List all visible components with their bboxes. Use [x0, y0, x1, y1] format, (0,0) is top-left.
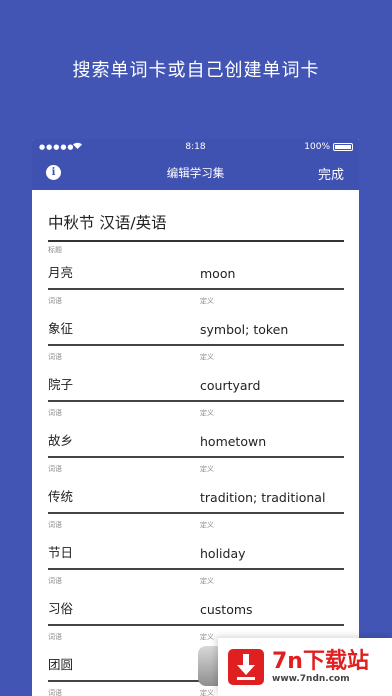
term-input[interactable]: 月亮: [48, 262, 200, 281]
watermark: 7n下载站 www.7ndn.com: [218, 638, 392, 696]
term-label: 词语: [48, 353, 62, 361]
title-caption: 标题: [48, 246, 62, 254]
definition-label: 定义: [200, 633, 214, 641]
definition-label: 定义: [200, 409, 214, 417]
definition-label: 定义: [200, 353, 214, 361]
done-button[interactable]: 完成: [318, 164, 344, 183]
term-input[interactable]: 习俗: [48, 598, 200, 617]
card-row: 传统 tradition; traditional: [48, 480, 344, 514]
card-row: 月亮 moon: [48, 256, 344, 290]
term-label: 词语: [48, 521, 62, 529]
term-input[interactable]: 院子: [48, 374, 200, 393]
battery-percent: 100%: [304, 142, 330, 152]
term-label: 词语: [48, 409, 62, 417]
watermark-title: 7n下载站: [272, 649, 369, 674]
phone-screen: ●●●●● 8:18 100% i 编辑学习集 完成 中秋节 汉语/英语 标题 …: [32, 139, 359, 696]
headline: 搜索单词卡或自己创建单词卡: [72, 60, 320, 81]
card-field-labels: 词语 定义: [48, 570, 344, 592]
term-label: 词语: [48, 633, 62, 641]
card-field-labels: 词语 定义: [48, 402, 344, 424]
nav-bar: i 编辑学习集 完成: [32, 156, 359, 190]
top-bar: ●●●●● 8:18 100% i 编辑学习集 完成: [32, 139, 359, 190]
nav-title: 编辑学习集: [166, 166, 225, 180]
definition-label: 定义: [200, 577, 214, 585]
battery-icon: [333, 143, 353, 151]
card-row: 院子 courtyard: [48, 368, 344, 402]
edit-form: 中秋节 汉语/英语 标题 月亮 moon 词语 定义 象征 symbol; token 词语…: [32, 211, 359, 696]
status-bar: ●●●●● 8:18 100%: [32, 139, 359, 156]
card-row: 故乡 hometown: [48, 424, 344, 458]
definition-input[interactable]: moon: [200, 266, 344, 281]
card-list: 月亮 moon 词语 定义 象征 symbol; token 词语 定义 院子 courtyard…: [48, 256, 344, 696]
card-field-labels: 词语 定义: [48, 290, 344, 312]
definition-label: 定义: [200, 465, 214, 473]
card-row: 习俗 customs: [48, 592, 344, 626]
term-input[interactable]: 故乡: [48, 430, 200, 449]
definition-label: 定义: [200, 521, 214, 529]
term-input[interactable]: 传统: [48, 486, 200, 505]
term-input[interactable]: 象征: [48, 318, 200, 337]
definition-input[interactable]: symbol; token: [200, 322, 344, 337]
download-icon: [228, 649, 264, 685]
battery-indicator: 100%: [304, 142, 353, 152]
definition-input[interactable]: customs: [200, 602, 344, 617]
watermark-url: www.7ndn.com: [272, 674, 350, 684]
term-label: 词语: [48, 577, 62, 585]
definition-input[interactable]: courtyard: [200, 378, 344, 393]
definition-input[interactable]: hometown: [200, 434, 344, 449]
term-input[interactable]: 团圆: [48, 654, 200, 673]
term-input[interactable]: 节日: [48, 542, 200, 561]
card-field-labels: 词语 定义: [48, 514, 344, 536]
card-row: 节日 holiday: [48, 536, 344, 570]
card-row: 象征 symbol; token: [48, 312, 344, 346]
definition-input[interactable]: tradition; traditional: [200, 490, 344, 505]
term-label: 词语: [48, 689, 62, 696]
card-field-labels: 词语 定义: [48, 458, 344, 480]
set-title-input[interactable]: 中秋节 汉语/英语: [48, 211, 344, 242]
definition-label: 定义: [200, 297, 214, 305]
term-label: 词语: [48, 465, 62, 473]
card-field-labels: 词语 定义: [48, 346, 344, 368]
definition-input[interactable]: holiday: [200, 546, 344, 561]
definition-label: 定义: [200, 689, 214, 696]
term-label: 词语: [48, 297, 62, 305]
